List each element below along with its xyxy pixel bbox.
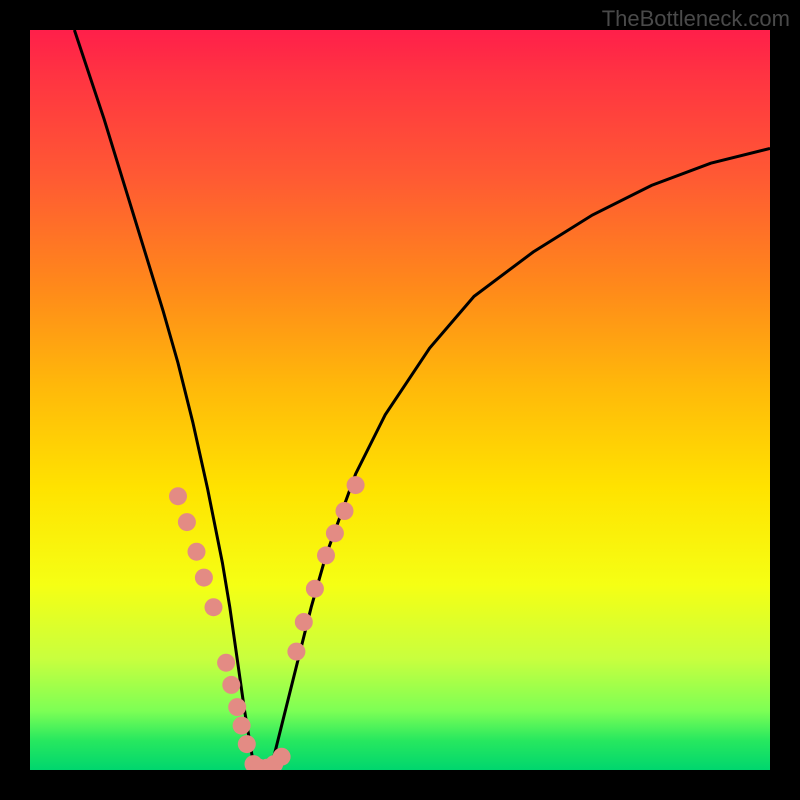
data-point [228, 698, 246, 716]
data-point [336, 502, 354, 520]
chart-svg [30, 30, 770, 770]
outer-frame: TheBottleneck.com [0, 0, 800, 800]
data-point [178, 513, 196, 531]
data-point [306, 580, 324, 598]
scatter-dots [169, 476, 365, 770]
data-point [295, 613, 313, 631]
data-point [233, 717, 251, 735]
bottleneck-curve [74, 30, 770, 770]
data-point [169, 487, 187, 505]
data-point [317, 546, 335, 564]
data-point [287, 643, 305, 661]
data-point [217, 654, 235, 672]
data-point [195, 569, 213, 587]
data-point [205, 598, 223, 616]
data-point [222, 676, 240, 694]
data-point [347, 476, 365, 494]
watermark-text: TheBottleneck.com [602, 6, 790, 32]
gradient-plot-area [30, 30, 770, 770]
data-point [273, 748, 291, 766]
data-point [326, 524, 344, 542]
data-point [238, 735, 256, 753]
data-point [188, 543, 206, 561]
